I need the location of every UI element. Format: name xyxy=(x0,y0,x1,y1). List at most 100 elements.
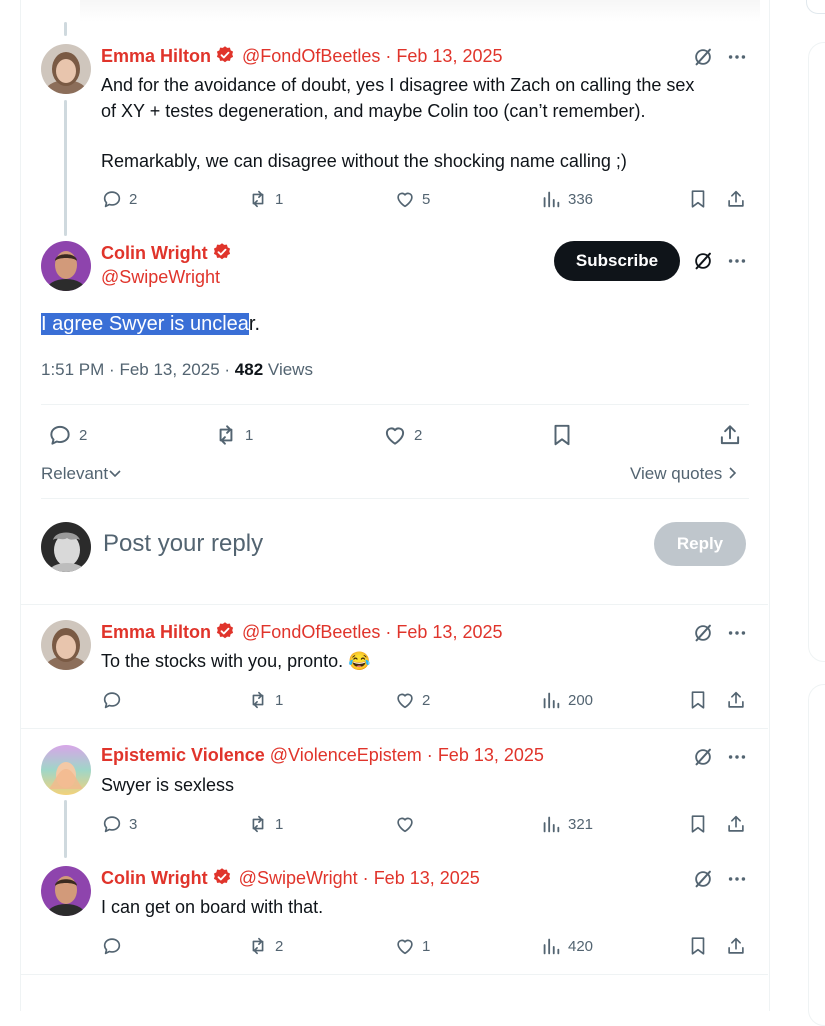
share-icon xyxy=(725,689,747,711)
post-date[interactable]: Feb 13, 2025 xyxy=(438,745,544,765)
bookmark-button[interactable] xyxy=(687,813,709,835)
bookmark-button[interactable] xyxy=(687,188,709,210)
bookmark-button[interactable] xyxy=(687,689,709,711)
more-icon[interactable] xyxy=(726,622,748,644)
share-button[interactable] xyxy=(725,188,747,210)
author-name[interactable]: Emma Hilton xyxy=(101,622,211,642)
action-bar: 2 1 5 336 xyxy=(101,188,749,212)
reply-icon xyxy=(101,935,123,957)
like-icon xyxy=(394,188,416,210)
avatar-emma-hilton[interactable] xyxy=(41,44,91,94)
reply-icon xyxy=(101,188,123,210)
share-button[interactable] xyxy=(725,935,747,957)
author-handle[interactable]: @SwipeWright xyxy=(239,868,358,888)
reply-button[interactable] xyxy=(101,689,129,711)
grok-icon[interactable] xyxy=(692,622,714,644)
repost-count: 1 xyxy=(275,190,284,208)
share-button[interactable] xyxy=(725,689,747,711)
avatar-colin-wright[interactable] xyxy=(41,866,91,916)
author-name[interactable]: Epistemic Violence xyxy=(101,745,265,765)
author-handle[interactable]: @ViolenceEpistem xyxy=(270,745,422,765)
reply-submit-button[interactable]: Reply xyxy=(654,522,746,566)
post-header: Colin Wright @SwipeWright · Feb 13, 2025 xyxy=(101,867,480,889)
bookmark-button[interactable] xyxy=(687,935,709,957)
share-button[interactable] xyxy=(717,422,743,448)
views-button[interactable]: 321 xyxy=(540,813,593,835)
reply-input[interactable]: Post your reply xyxy=(103,530,263,558)
like-button[interactable]: 1 xyxy=(394,935,430,957)
reply-button[interactable]: 3 xyxy=(101,813,137,835)
post-date[interactable]: Feb 13, 2025 xyxy=(119,360,219,379)
like-button[interactable]: 2 xyxy=(382,422,422,448)
more-icon[interactable] xyxy=(726,250,748,272)
author-name[interactable]: Emma Hilton xyxy=(101,46,211,66)
share-icon xyxy=(717,422,743,448)
like-count: 2 xyxy=(422,691,431,709)
more-icon[interactable] xyxy=(726,746,748,768)
share-button[interactable] xyxy=(725,813,747,835)
repost-icon xyxy=(247,935,269,957)
author-name[interactable]: Colin Wright xyxy=(101,868,208,888)
repost-button[interactable]: 1 xyxy=(247,689,283,711)
post-date[interactable]: Feb 13, 2025 xyxy=(396,46,502,66)
views-button[interactable]: 336 xyxy=(540,188,593,210)
like-icon xyxy=(394,813,416,835)
post-top-actions xyxy=(692,46,748,68)
reply-button[interactable] xyxy=(101,935,129,957)
reply-button[interactable]: 2 xyxy=(101,188,137,210)
reply-icon xyxy=(101,813,123,835)
avatar-epistemic-violence[interactable] xyxy=(41,745,91,795)
like-icon xyxy=(394,689,416,711)
reply-icon xyxy=(47,422,73,448)
search-box-edge[interactable] xyxy=(806,0,825,14)
sort-dropdown[interactable]: Relevant xyxy=(41,464,122,484)
post-date[interactable]: Feb 13, 2025 xyxy=(374,868,480,888)
more-icon[interactable] xyxy=(726,868,748,890)
repost-button[interactable]: 1 xyxy=(247,188,283,210)
divider xyxy=(21,974,768,975)
repost-icon xyxy=(247,188,269,210)
views-label: Views xyxy=(267,360,313,379)
like-button[interactable]: 2 xyxy=(394,689,430,711)
reply-count: 2 xyxy=(129,190,138,208)
post-top-actions xyxy=(692,622,748,644)
more-icon[interactable] xyxy=(726,46,748,68)
subscribe-button[interactable]: Subscribe xyxy=(554,241,680,281)
author-handle[interactable]: @FondOfBeetles xyxy=(242,46,380,66)
views-button[interactable]: 200 xyxy=(540,689,593,711)
avatar-current-user[interactable] xyxy=(41,522,91,572)
view-quotes-link[interactable]: View quotes xyxy=(630,464,739,484)
views-count: 420 xyxy=(568,937,594,955)
repost-count: 1 xyxy=(275,815,284,833)
views-button[interactable]: 420 xyxy=(540,935,593,957)
avatar-emma-hilton[interactable] xyxy=(41,620,91,670)
right-sidebar-panel xyxy=(808,42,825,662)
post-date[interactable]: Feb 13, 2025 xyxy=(396,622,502,642)
repost-button[interactable]: 2 xyxy=(247,935,283,957)
grok-icon[interactable] xyxy=(692,250,714,272)
post-text-line: Remarkably, we can disagree without the … xyxy=(101,151,627,171)
post-time[interactable]: 1:51 PM xyxy=(41,360,104,379)
bookmark-button[interactable] xyxy=(549,422,575,448)
author-handle[interactable]: @SwipeWright xyxy=(101,267,220,288)
like-count: 5 xyxy=(422,190,431,208)
grok-icon[interactable] xyxy=(692,46,714,68)
like-button[interactable]: 5 xyxy=(394,188,430,210)
author-handle[interactable]: @FondOfBeetles xyxy=(242,622,380,642)
dot-separator: · xyxy=(385,46,392,66)
repost-icon xyxy=(247,813,269,835)
repost-button[interactable]: 1 xyxy=(247,813,283,835)
like-icon xyxy=(394,935,416,957)
reply-count: 2 xyxy=(79,426,88,444)
grok-icon[interactable] xyxy=(692,746,714,768)
post-text: And for the avoidance of doubt, yes I di… xyxy=(101,72,694,174)
grok-icon[interactable] xyxy=(692,868,714,890)
author-name[interactable]: Colin Wright xyxy=(101,243,208,263)
repost-button[interactable]: 1 xyxy=(213,422,253,448)
avatar-colin-wright[interactable] xyxy=(41,241,91,291)
reply-button[interactable]: 2 xyxy=(47,422,87,448)
like-button[interactable] xyxy=(394,813,422,835)
chevron-right-icon xyxy=(729,467,737,479)
views-count: 482 xyxy=(234,360,264,379)
thread-line xyxy=(64,100,67,236)
